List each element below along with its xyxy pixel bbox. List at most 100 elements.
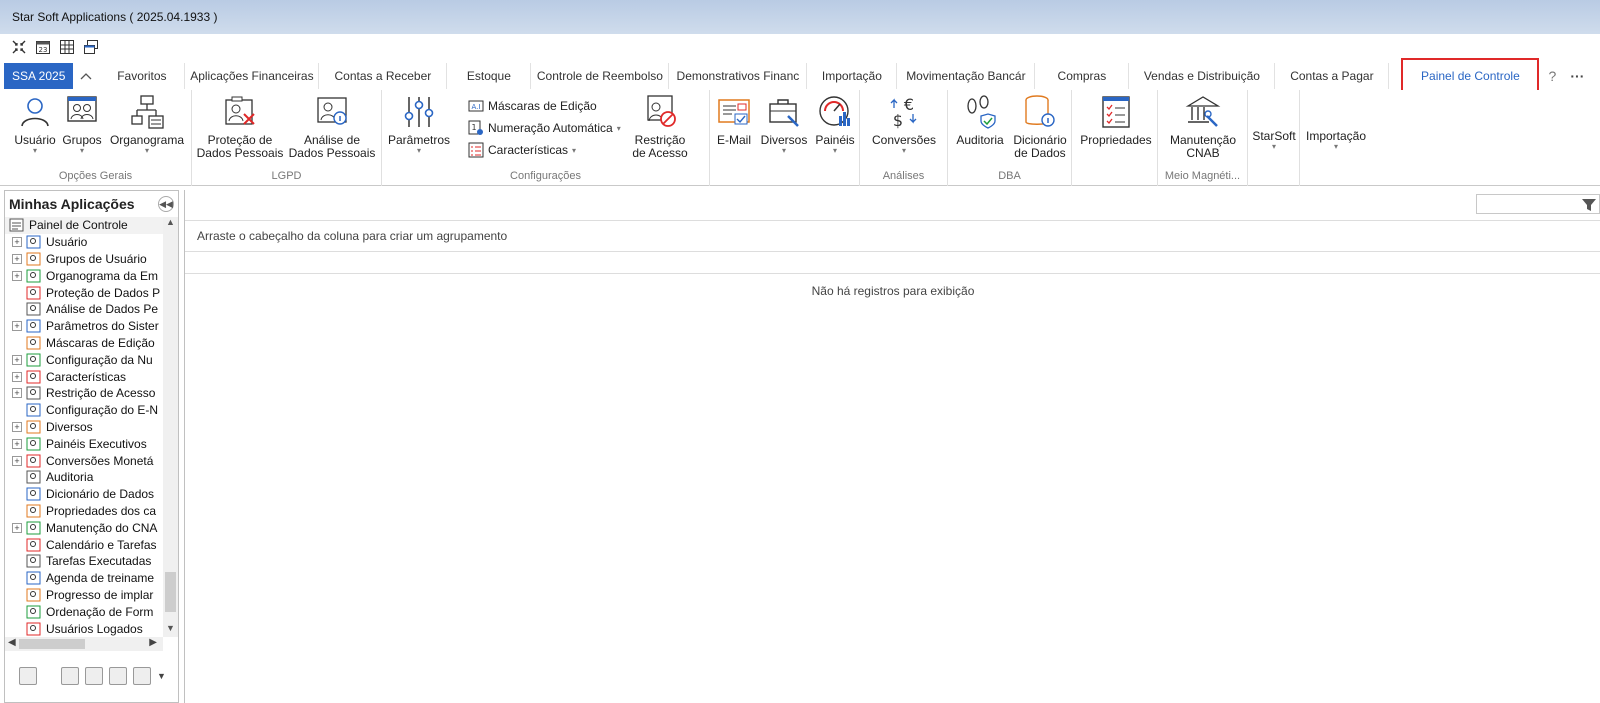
expand-icon[interactable]: + (12, 421, 22, 432)
tree-item[interactable]: + Configuração da Nu (5, 351, 163, 368)
mascaras-edicao-button[interactable]: A.I Máscaras de Edição (468, 96, 597, 116)
tab-compras[interactable]: Compras (1035, 63, 1130, 89)
analise-dados-button[interactable]: Análise de Dados Pessoais (288, 94, 376, 160)
tab-contas-a-receber[interactable]: Contas a Receber (319, 63, 448, 89)
tab-demonstrativos-financeiros[interactable]: Demonstrativos Financ (669, 63, 808, 89)
compress-icon[interactable] (10, 38, 28, 56)
expand-icon[interactable]: + (12, 438, 22, 449)
tab-movimentacao-bancaria[interactable]: Movimentação Bancár (897, 63, 1036, 89)
footer-dropdown-icon[interactable]: ▼ (157, 671, 166, 681)
tree-item[interactable]: + Características (5, 368, 163, 385)
diversos-button[interactable]: Diversos ▾ (758, 94, 810, 155)
email-button[interactable]: E-Mail (712, 94, 756, 147)
tab-aplicacoes-financeiras[interactable]: Aplicações Financeiras (185, 63, 320, 89)
tab-controle-de-reembolso[interactable]: Controle de Reembolso (531, 63, 670, 89)
tree-item[interactable]: Ordenação de Form (5, 603, 163, 620)
tree-item-icon (26, 386, 41, 400)
tree-item[interactable]: + Organograma da Em (5, 267, 163, 284)
tree-item[interactable]: Agenda de treiname (5, 570, 163, 587)
expand-icon[interactable]: + (12, 388, 22, 399)
tab-importacao[interactable]: Importação (807, 63, 898, 89)
tree-item[interactable]: Dicionário de Dados (5, 486, 163, 503)
tree-item[interactable]: Calendário e Tarefas (5, 536, 163, 553)
shortcut-icon-1[interactable] (61, 667, 79, 685)
filter-icon[interactable] (1581, 197, 1597, 213)
caracteristicas-button[interactable]: Características ▾ (468, 140, 576, 160)
expand-icon[interactable]: + (12, 354, 22, 365)
tree-item[interactable]: Análise de Dados Pe (5, 301, 163, 318)
tree-item[interactable]: + Usuário (5, 234, 163, 251)
numeracao-automatica-button[interactable]: 1 Numeração Automática ▾ (468, 118, 621, 138)
hscroll-thumb[interactable] (19, 639, 85, 649)
tree-item[interactable]: Máscaras de Edição (5, 335, 163, 352)
expand-icon[interactable]: + (12, 253, 22, 264)
tree-item[interactable]: + Painéis Executivos (5, 435, 163, 452)
calendar-icon[interactable]: 23 (34, 38, 52, 56)
expand-icon[interactable]: + (12, 522, 22, 533)
scroll-right-icon[interactable]: ▶ (149, 637, 157, 648)
tree-item[interactable]: + Restrição de Acesso (5, 385, 163, 402)
paineis-button[interactable]: Painéis ▾ (812, 94, 858, 155)
tree-item[interactable]: Configuração do E-N (5, 402, 163, 419)
help-icon[interactable]: ? (1539, 68, 1565, 84)
collapse-ribbon-icon[interactable] (73, 63, 99, 89)
group-by-panel[interactable]: Arraste o cabeçalho da coluna para criar… (185, 220, 1600, 252)
parametros-button[interactable]: Parâmetros ▾ (386, 94, 452, 155)
tree-item[interactable]: Auditoria (5, 469, 163, 486)
tree-item[interactable]: Propriedades dos ca (5, 503, 163, 520)
tree-item[interactable]: Tarefas Executadas (5, 553, 163, 570)
usuario-button[interactable]: Usuário ▾ (12, 94, 58, 155)
shortcut-icon-2[interactable] (85, 667, 103, 685)
shortcut-icon-4[interactable] (133, 667, 151, 685)
favorites-star-icon[interactable] (19, 667, 37, 685)
tab-contas-a-pagar[interactable]: Contas a Pagar (1275, 63, 1390, 89)
tree-item[interactable]: + Diversos (5, 419, 163, 436)
tree-item[interactable]: Proteção de Dados P (5, 284, 163, 301)
propriedades-button[interactable]: Propriedades (1078, 94, 1154, 147)
tree-item-icon (26, 269, 41, 283)
scroll-down-icon[interactable]: ▼ (163, 623, 178, 637)
auditoria-button[interactable]: Auditoria (952, 94, 1008, 147)
tree-item[interactable]: Progresso de implar (5, 587, 163, 604)
tree-item[interactable]: Usuários Logados (5, 620, 163, 637)
grid-icon[interactable] (58, 38, 76, 56)
expand-icon[interactable]: + (12, 371, 22, 382)
scroll-up-icon[interactable]: ▲ (163, 217, 178, 231)
importacao-button[interactable]: Importação ▾ (1302, 130, 1370, 151)
tab-estoque[interactable]: Estoque (447, 63, 532, 89)
organograma-button[interactable]: Organograma ▾ (106, 94, 188, 155)
starsoft-button[interactable]: StarSoft ▾ (1250, 130, 1298, 151)
restricao-acesso-button[interactable]: Restrição de Acesso (622, 94, 698, 160)
manutencao-cnab-button[interactable]: Manutenção CNAB (1164, 94, 1242, 160)
dicionario-dados-button[interactable]: Dicionário de Dados (1010, 94, 1070, 160)
sidebar-collapse-icon[interactable]: ◀◀ (158, 196, 174, 212)
expand-icon[interactable]: + (12, 270, 22, 281)
tab-painel-de-controle[interactable]: Painel de Controle (1401, 58, 1540, 94)
tree-item[interactable]: + Parâmetros do Sister (5, 318, 163, 335)
tree-item[interactable]: + Conversões Monetá (5, 452, 163, 469)
expand-icon[interactable]: + (12, 321, 22, 332)
scroll-thumb[interactable] (165, 572, 176, 612)
sidebar-horizontal-scrollbar[interactable]: ◀ ▶ (5, 637, 163, 651)
protecao-dados-button[interactable]: Proteção de Dados Pessoais (196, 94, 284, 160)
expand-icon[interactable]: + (12, 237, 22, 248)
window-title: Star Soft Applications ( 2025.04.1933 ) (12, 10, 218, 24)
scroll-left-icon[interactable]: ◀ (8, 637, 16, 648)
tree-item[interactable]: + Grupos de Usuário (5, 251, 163, 268)
app-menu-tab[interactable]: SSA 2025 (4, 63, 74, 89)
conversoes-button[interactable]: € $ Conversões ▾ (866, 94, 942, 155)
shortcut-icon-3[interactable] (109, 667, 127, 685)
group-analises: € $ Conversões ▾ Análises (860, 90, 948, 186)
tree-item[interactable]: + Manutenção do CNA (5, 519, 163, 536)
sidebar-vertical-scrollbar[interactable]: ▲ ▼ (163, 217, 178, 637)
windows-icon[interactable] (82, 38, 100, 56)
tree-root[interactable]: Painel de Controle (5, 217, 163, 234)
numeracao-dropdown-icon: ▾ (616, 123, 621, 133)
expand-icon[interactable]: + (12, 455, 22, 466)
grupos-button[interactable]: Grupos ▾ (60, 94, 104, 155)
more-options-icon[interactable]: ··· (1565, 68, 1589, 84)
group-propriedades: Propriedades (1072, 90, 1158, 186)
tab-vendas-e-distribuicao[interactable]: Vendas e Distribuição (1129, 63, 1276, 89)
tab-favoritos[interactable]: Favoritos (99, 63, 186, 89)
grid-search-input[interactable] (1476, 194, 1600, 214)
